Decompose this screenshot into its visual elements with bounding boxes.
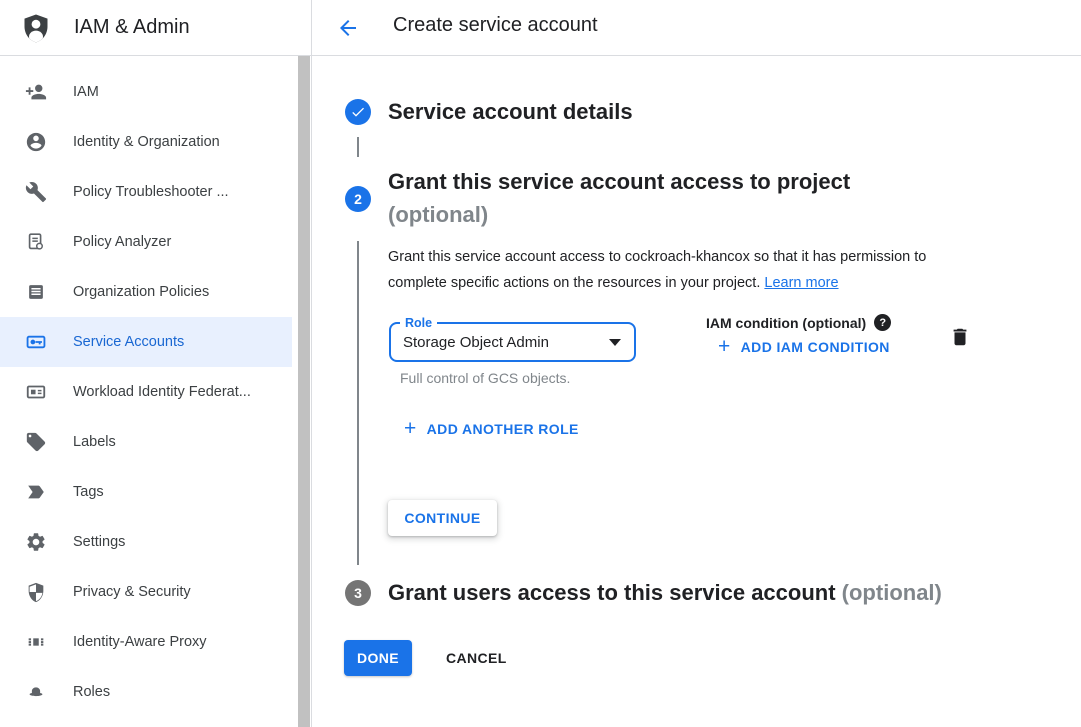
sidebar-item-label: Service Accounts (73, 334, 184, 350)
proxy-grid-icon (24, 630, 48, 654)
sidebar-item-label: IAM (73, 84, 99, 100)
learn-more-link[interactable]: Learn more (764, 275, 838, 291)
sidebar-scrollbar[interactable] (298, 56, 310, 727)
plus-icon: + (404, 420, 417, 438)
trash-icon (949, 326, 971, 348)
sidebar-item-settings[interactable]: Settings (0, 517, 292, 567)
sidebar-item-label: Policy Troubleshooter ... (73, 184, 229, 200)
add-another-role-button[interactable]: + ADD ANOTHER ROLE (404, 420, 579, 438)
hat-icon (24, 680, 48, 704)
step2-number: 2 (354, 191, 362, 207)
cancel-button[interactable]: CANCEL (430, 640, 523, 676)
back-arrow-icon (336, 16, 360, 40)
done-button[interactable]: DONE (344, 640, 412, 676)
service-account-key-icon (24, 330, 48, 354)
add-iam-condition-button[interactable]: + ADD IAM CONDITION (718, 338, 890, 356)
sidebar-item-service-accounts[interactable]: Service Accounts (0, 317, 292, 367)
sidebar-item-identity-organization[interactable]: Identity & Organization (0, 117, 292, 167)
page-header: Create service account (312, 0, 1081, 55)
role-select[interactable]: Role Storage Object Admin (389, 322, 636, 362)
iam-condition-label: IAM condition (optional) (706, 315, 866, 331)
policy-analyzer-icon (24, 230, 48, 254)
step2-content-guide-line (357, 241, 359, 565)
page-title: Create service account (393, 14, 598, 37)
sidebar-nav: IAM Identity & Organization Policy Trouble… (0, 56, 312, 727)
step2-title: Grant this service account access to pro… (388, 165, 850, 231)
gear-icon (24, 530, 48, 554)
sidebar-item-label: Policy Analyzer (73, 234, 171, 250)
step-connector-line (357, 137, 359, 157)
sidebar-item-label: Labels (73, 434, 116, 450)
step2-indicator: 2 (345, 186, 371, 212)
iam-admin-shield-icon (20, 12, 52, 44)
sidebar-item-privacy-security[interactable]: Privacy & Security (0, 567, 292, 617)
step2-optional-label: (optional) (388, 202, 488, 227)
step3-optional-label: (optional) (842, 580, 942, 605)
sidebar-item-label: Privacy & Security (73, 584, 191, 600)
person-add-icon (24, 80, 48, 104)
sidebar-item-label: Identity & Organization (73, 134, 220, 150)
step2-description: Grant this service account access to coc… (388, 245, 988, 296)
sidebar-scrollbar-thumb[interactable] (298, 56, 310, 727)
product-header: IAM & Admin (0, 0, 312, 55)
sidebar-item-label: Roles (73, 684, 110, 700)
sidebar-item-label: Settings (73, 534, 125, 550)
wrench-icon (24, 180, 48, 204)
dropdown-caret-icon (609, 339, 621, 346)
role-selected-value: Storage Object Admin (403, 324, 549, 360)
sidebar-item-policy-troubleshooter[interactable]: Policy Troubleshooter ... (0, 167, 292, 217)
main-content: Service account details 2 Grant this ser… (312, 56, 1081, 727)
app-header: IAM & Admin Create service account (0, 0, 1081, 56)
back-arrow-button[interactable] (334, 14, 362, 42)
sidebar-item-label: Workload Identity Federat... (73, 384, 251, 400)
continue-button[interactable]: CONTINUE (388, 500, 497, 536)
tag-arrow-icon (24, 480, 48, 504)
step2-title-text: Grant this service account access to pro… (388, 169, 850, 194)
account-circle-icon (24, 130, 48, 154)
check-icon (350, 104, 366, 120)
sidebar-item-label: Organization Policies (73, 284, 209, 300)
identity-card-icon (24, 380, 48, 404)
sidebar-item-roles[interactable]: Roles (0, 667, 292, 717)
step3-title: Grant users access to this service accou… (388, 576, 942, 609)
sidebar-item-labels[interactable]: Labels (0, 417, 292, 467)
sidebar-item-label: Tags (73, 484, 104, 500)
add-iam-condition-label: ADD IAM CONDITION (741, 339, 890, 355)
shield-half-icon (24, 580, 48, 604)
document-lines-icon (24, 280, 48, 304)
step2-description-text: Grant this service account access to coc… (388, 249, 926, 291)
sidebar-item-label: Identity-Aware Proxy (73, 634, 207, 650)
step3-title-text: Grant users access to this service accou… (388, 580, 836, 605)
step1-completed-indicator (345, 99, 371, 125)
product-title: IAM & Admin (74, 16, 190, 39)
sidebar-item-iam[interactable]: IAM (0, 67, 292, 117)
step3-indicator: 3 (345, 580, 371, 606)
role-helper-text: Full control of GCS objects. (400, 370, 570, 386)
sidebar-item-workload-identity-federat[interactable]: Workload Identity Federat... (0, 367, 292, 417)
delete-role-button[interactable] (948, 325, 972, 351)
sidebar-item-organization-policies[interactable]: Organization Policies (0, 267, 292, 317)
sidebar-item-policy-analyzer[interactable]: Policy Analyzer (0, 217, 292, 267)
add-another-role-label: ADD ANOTHER ROLE (427, 421, 579, 437)
step3-number: 3 (354, 585, 362, 601)
help-icon[interactable]: ? (874, 314, 891, 331)
label-tag-icon (24, 430, 48, 454)
sidebar-item-tags[interactable]: Tags (0, 467, 292, 517)
step1-title: Service account details (388, 95, 633, 128)
plus-icon: + (718, 338, 731, 356)
sidebar-item-identity-aware-proxy[interactable]: Identity-Aware Proxy (0, 617, 292, 667)
iam-condition-header: IAM condition (optional) ? (706, 314, 891, 331)
